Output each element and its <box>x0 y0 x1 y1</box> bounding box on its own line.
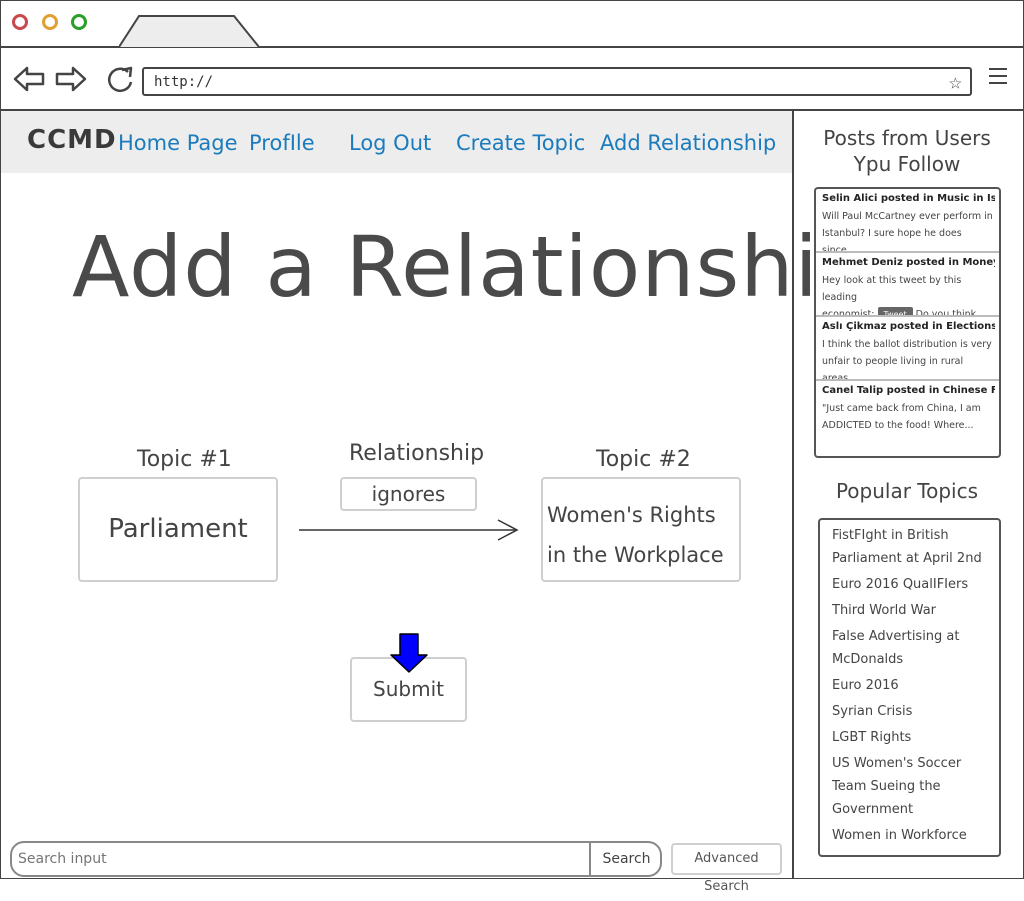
post-snippet-line: Hey look at this tweet by this leading <box>822 275 962 303</box>
popular-topics-title: Popular Topics <box>835 479 979 503</box>
forward-arrow-icon[interactable] <box>55 64 87 94</box>
topic2-value-line2: in the Workplace <box>547 543 724 567</box>
bookmark-star-icon[interactable]: ☆ <box>949 70 962 95</box>
nav-profile-link[interactable]: ProfIle <box>249 131 315 155</box>
relationship-label: Relationship <box>349 441 485 466</box>
browser-titlebar <box>1 1 1023 48</box>
search-bar: Search <box>10 841 662 877</box>
url-text: http:// <box>154 74 214 90</box>
topic1-label: Topic #1 <box>137 447 232 472</box>
site-logo[interactable]: CCMD <box>27 125 117 155</box>
topic-link[interactable]: US Women's Soccer Team Sueing the Govern… <box>832 752 991 821</box>
topic-link[interactable]: Third World War <box>832 599 991 622</box>
post-title: Aslı Çikmaz posted in Elections 2017 <box>822 321 995 332</box>
post-title: Selin Alici posted in Music in Istanbul <box>822 193 995 204</box>
popular-topics-list: FistFIght in British Parliament at April… <box>818 518 1001 857</box>
topic-link[interactable]: Women in Workforce <box>832 824 991 847</box>
post-snippet-line: Will Paul McCartney ever perform in <box>822 211 993 222</box>
hamburger-menu-icon[interactable] <box>989 68 1007 89</box>
maximize-window-button[interactable] <box>71 14 87 30</box>
post-snippet-text: economist: <box>822 309 875 317</box>
nav-add-relationship-link[interactable]: Add Relationship <box>600 131 776 155</box>
topic-link[interactable]: Euro 2016 QualIFIers <box>832 573 991 596</box>
topic2-value-line1: Women's Rights <box>547 503 716 527</box>
post-title: Canel Talip posted in Chinese Food <box>822 385 995 396</box>
submit-label: Submit <box>373 677 444 701</box>
posts-section-title: Posts from Users Ypu Follow <box>800 125 1014 177</box>
post-snippet-line: I think the ballot distribution is very <box>822 339 992 350</box>
topic-link[interactable]: False Advertising at McDonalds <box>832 625 991 671</box>
minimize-window-button[interactable] <box>42 14 58 30</box>
post-snippet-line: ADDICTED to the food! Where... <box>822 420 974 431</box>
site-navigation: CCMD Home Page ProfIle Log Out Create To… <box>1 111 792 173</box>
page-title: Add a Relationship <box>72 218 874 316</box>
post-snippet-line: Istanbul? I sure hope he does since... <box>822 228 962 253</box>
nav-home-link[interactable]: Home Page <box>118 131 238 155</box>
search-input[interactable] <box>16 850 580 868</box>
post-snippet: Hey look at this tweet by this leading e… <box>822 272 995 317</box>
post-item[interactable]: Mehmet Deniz posted in Money and... Hey … <box>816 253 999 317</box>
post-snippet-line: economist: Tweet Do you think he... <box>822 306 995 317</box>
post-item[interactable]: Canel Talip posted in Chinese Food "Just… <box>816 381 999 445</box>
advanced-search-button[interactable]: Advanced Search <box>671 843 782 894</box>
topic2-field[interactable]: Women's Rights in the Workplace <box>541 477 741 582</box>
topic-link[interactable]: FistFIght in British Parliament at April… <box>832 524 991 570</box>
post-title: Mehmet Deniz posted in Money and... <box>822 257 995 268</box>
post-item[interactable]: Aslı Çikmaz posted in Elections 2017 I t… <box>816 317 999 381</box>
post-snippet: I think the ballot distribution is very … <box>822 336 995 381</box>
topic-link[interactable]: Euro 2016 <box>832 674 991 697</box>
post-item[interactable]: Selin Alici posted in Music in Istanbul … <box>816 189 999 253</box>
search-button[interactable]: Search <box>589 843 662 875</box>
topic-link[interactable]: Syrian Crisis <box>832 700 991 723</box>
topic2-label: Topic #2 <box>596 447 691 472</box>
posts-title-line1: Posts from Users <box>823 126 991 150</box>
browser-toolbar: http:// ☆ <box>1 48 1023 111</box>
topic1-value: Parliament <box>108 514 248 544</box>
relationship-field[interactable]: ignores <box>340 477 477 511</box>
address-bar[interactable]: http:// ☆ <box>142 67 972 96</box>
browser-tab[interactable] <box>119 15 259 48</box>
relationship-value: ignores <box>371 482 446 506</box>
topic-link[interactable]: LGBT Rights <box>832 726 991 749</box>
post-snippet: "Just came back from China, I am ADDICTE… <box>822 400 995 434</box>
reload-icon[interactable] <box>104 64 136 94</box>
post-snippet: Will Paul McCartney ever perform in Ista… <box>822 208 995 253</box>
back-arrow-icon[interactable] <box>13 64 45 94</box>
relationship-arrow-icon <box>299 519 519 541</box>
followed-posts-list: Selin Alici posted in Music in Istanbul … <box>814 187 1001 458</box>
nav-logout-link[interactable]: Log Out <box>349 131 431 155</box>
post-snippet-line: unfair to people living in rural areas..… <box>822 356 964 381</box>
nav-create-topic-link[interactable]: Create Topic <box>456 131 585 155</box>
tweet-badge[interactable]: Tweet <box>877 307 913 315</box>
topic1-field[interactable]: Parliament <box>78 477 278 582</box>
posts-title-line2: Ypu Follow <box>853 152 961 176</box>
post-snippet-line: "Just came back from China, I am <box>822 403 981 414</box>
down-arrow-icon <box>390 633 428 673</box>
close-window-button[interactable] <box>12 14 28 30</box>
